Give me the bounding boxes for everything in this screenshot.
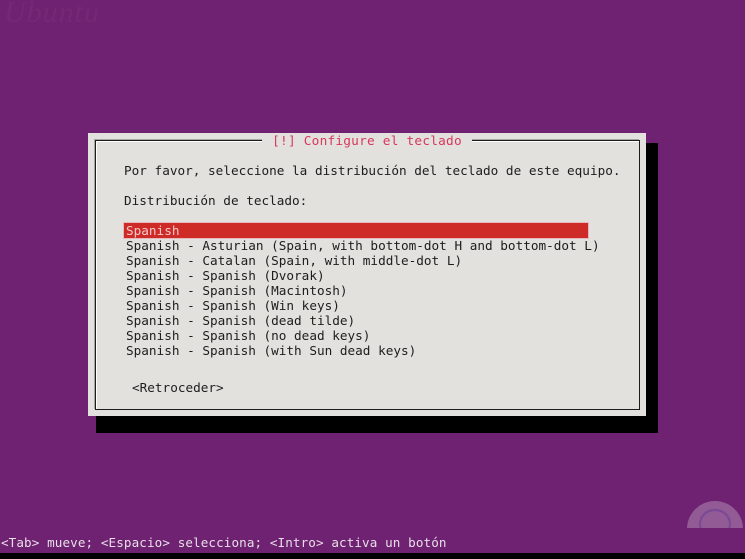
list-item[interactable]: Spanish <box>124 223 588 238</box>
desktop-background: Ubuntu [!] Configure el teclado Por favo… <box>0 0 745 559</box>
status-bar-underline <box>0 553 745 559</box>
dialog-button-row: <Retroceder> <box>124 380 639 395</box>
list-item[interactable]: Spanish - Spanish (no dead keys) <box>124 328 588 343</box>
dialog-prompt-text: Por favor, seleccione la distribución de… <box>124 163 621 178</box>
list-item[interactable]: Spanish - Catalan (Spain, with middle-do… <box>124 253 588 268</box>
list-item[interactable]: Spanish - Spanish (Win keys) <box>124 298 588 313</box>
list-item[interactable]: Spanish - Spanish (with Sun dead keys) <box>124 343 588 358</box>
list-item[interactable]: Spanish - Asturian (Spain, with bottom-d… <box>124 238 600 253</box>
keyboard-layout-list[interactable]: Spanish Spanish - Asturian (Spain, with … <box>124 223 600 358</box>
list-label: Distribución de teclado: <box>124 193 308 208</box>
desktop-watermark: Ubuntu <box>4 2 154 50</box>
list-item[interactable]: Spanish - Spanish (Dvorak) <box>124 268 588 283</box>
status-bar: <Tab> mueve; <Espacio> selecciona; <Intr… <box>0 528 745 559</box>
list-item[interactable]: Spanish - Spanish (dead tilde) <box>124 313 588 328</box>
back-button[interactable]: <Retroceder> <box>132 380 224 395</box>
dialog-body: Por favor, seleccione la distribución de… <box>96 141 639 409</box>
prompt-spacer <box>124 178 639 193</box>
list-item[interactable]: Spanish - Spanish (Macintosh) <box>124 283 588 298</box>
status-bar-text: <Tab> mueve; <Espacio> selecciona; <Intr… <box>1 535 447 550</box>
configure-keyboard-dialog: [!] Configure el teclado Por favor, sele… <box>88 133 646 416</box>
